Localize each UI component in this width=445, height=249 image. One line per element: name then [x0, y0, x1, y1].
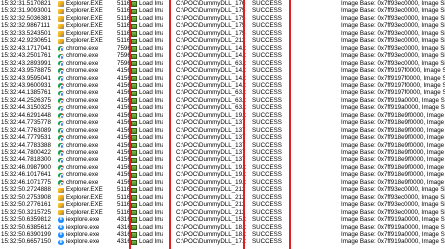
time-cell: 15:32:50.6657150 [1, 238, 51, 246]
chrome-icon [58, 172, 64, 179]
explorer-icon [58, 187, 64, 194]
load-image-icon [131, 239, 137, 246]
load-image-icon [131, 1, 137, 7]
iexplore-icon: e [58, 224, 64, 231]
load-image-icon [131, 157, 137, 164]
explorer-icon [58, 202, 64, 209]
load-image-icon [131, 128, 137, 134]
iexplore-icon: e [58, 232, 64, 238]
chrome-icon [58, 142, 64, 149]
load-image-icon [131, 23, 137, 30]
explorer-icon [58, 195, 64, 201]
chrome-icon [58, 60, 64, 67]
explorer-icon [58, 31, 64, 37]
chrome-icon [58, 83, 64, 89]
load-image-icon [131, 98, 137, 104]
path-cell: C:\POC\DummyDLL_17.dll [176, 238, 246, 246]
chrome-icon [58, 150, 64, 156]
chrome-icon [58, 90, 64, 97]
load-image-icon [131, 16, 137, 22]
load-image-icon [131, 68, 137, 74]
chrome-icon [58, 105, 64, 112]
load-image-icon [131, 8, 137, 15]
chrome-icon [58, 46, 64, 52]
chrome-icon [58, 75, 64, 82]
load-image-icon [131, 224, 137, 231]
chrome-icon [58, 165, 64, 171]
load-image-icon [131, 31, 137, 37]
chrome-icon [58, 180, 64, 186]
load-image-icon [131, 83, 137, 89]
explorer-icon [58, 38, 64, 45]
explorer-icon [58, 16, 64, 22]
load-image-icon [131, 165, 137, 171]
load-image-icon [131, 38, 137, 45]
chrome-icon [58, 157, 64, 164]
load-image-icon [131, 187, 137, 194]
load-image-icon [131, 105, 137, 112]
explorer-icon [58, 23, 64, 30]
load-image-icon [131, 217, 137, 223]
load-image-icon [131, 232, 137, 238]
explorer-icon [58, 8, 64, 15]
load-image-icon [131, 209, 137, 216]
iexplore-icon: e [58, 239, 64, 246]
operation-cell: Load Image [139, 238, 163, 246]
chrome-icon [58, 135, 64, 141]
load-image-icon [131, 180, 137, 186]
chrome-icon [58, 53, 64, 60]
load-image-icon [131, 53, 137, 60]
chrome-icon [58, 120, 64, 127]
table-row[interactable]: 15:32:50.6657150 eiexplore.exe 4316 Load Im… [0, 238, 445, 246]
pid-cell: 4316 [117, 238, 129, 246]
load-image-icon [131, 90, 137, 97]
load-image-icon [131, 142, 137, 149]
explorer-icon [58, 1, 64, 7]
chrome-icon [58, 128, 64, 134]
chrome-icon [58, 98, 64, 104]
explorer-icon [58, 209, 64, 216]
load-image-icon [131, 135, 137, 141]
load-image-icon [131, 113, 137, 119]
process-name-cell: iexplore.exe [66, 238, 100, 246]
load-image-icon [131, 46, 137, 52]
load-image-icon [131, 202, 137, 209]
load-image-icon [131, 75, 137, 82]
procmon-event-grid: 15:32:31.5170821Explorer.EXE5116Load Ima… [0, 0, 445, 249]
iexplore-icon: e [58, 217, 64, 223]
load-image-icon [131, 60, 137, 67]
load-image-icon [131, 172, 137, 179]
load-image-icon [131, 150, 137, 156]
load-image-icon [131, 120, 137, 127]
detail-cell: Image Base: 0x7ff919a0000, Image Size: 0… [341, 238, 445, 246]
chrome-icon [58, 113, 64, 119]
chrome-icon [58, 68, 64, 74]
load-image-icon [131, 195, 137, 201]
result-cell: SUCCESS [252, 238, 282, 246]
